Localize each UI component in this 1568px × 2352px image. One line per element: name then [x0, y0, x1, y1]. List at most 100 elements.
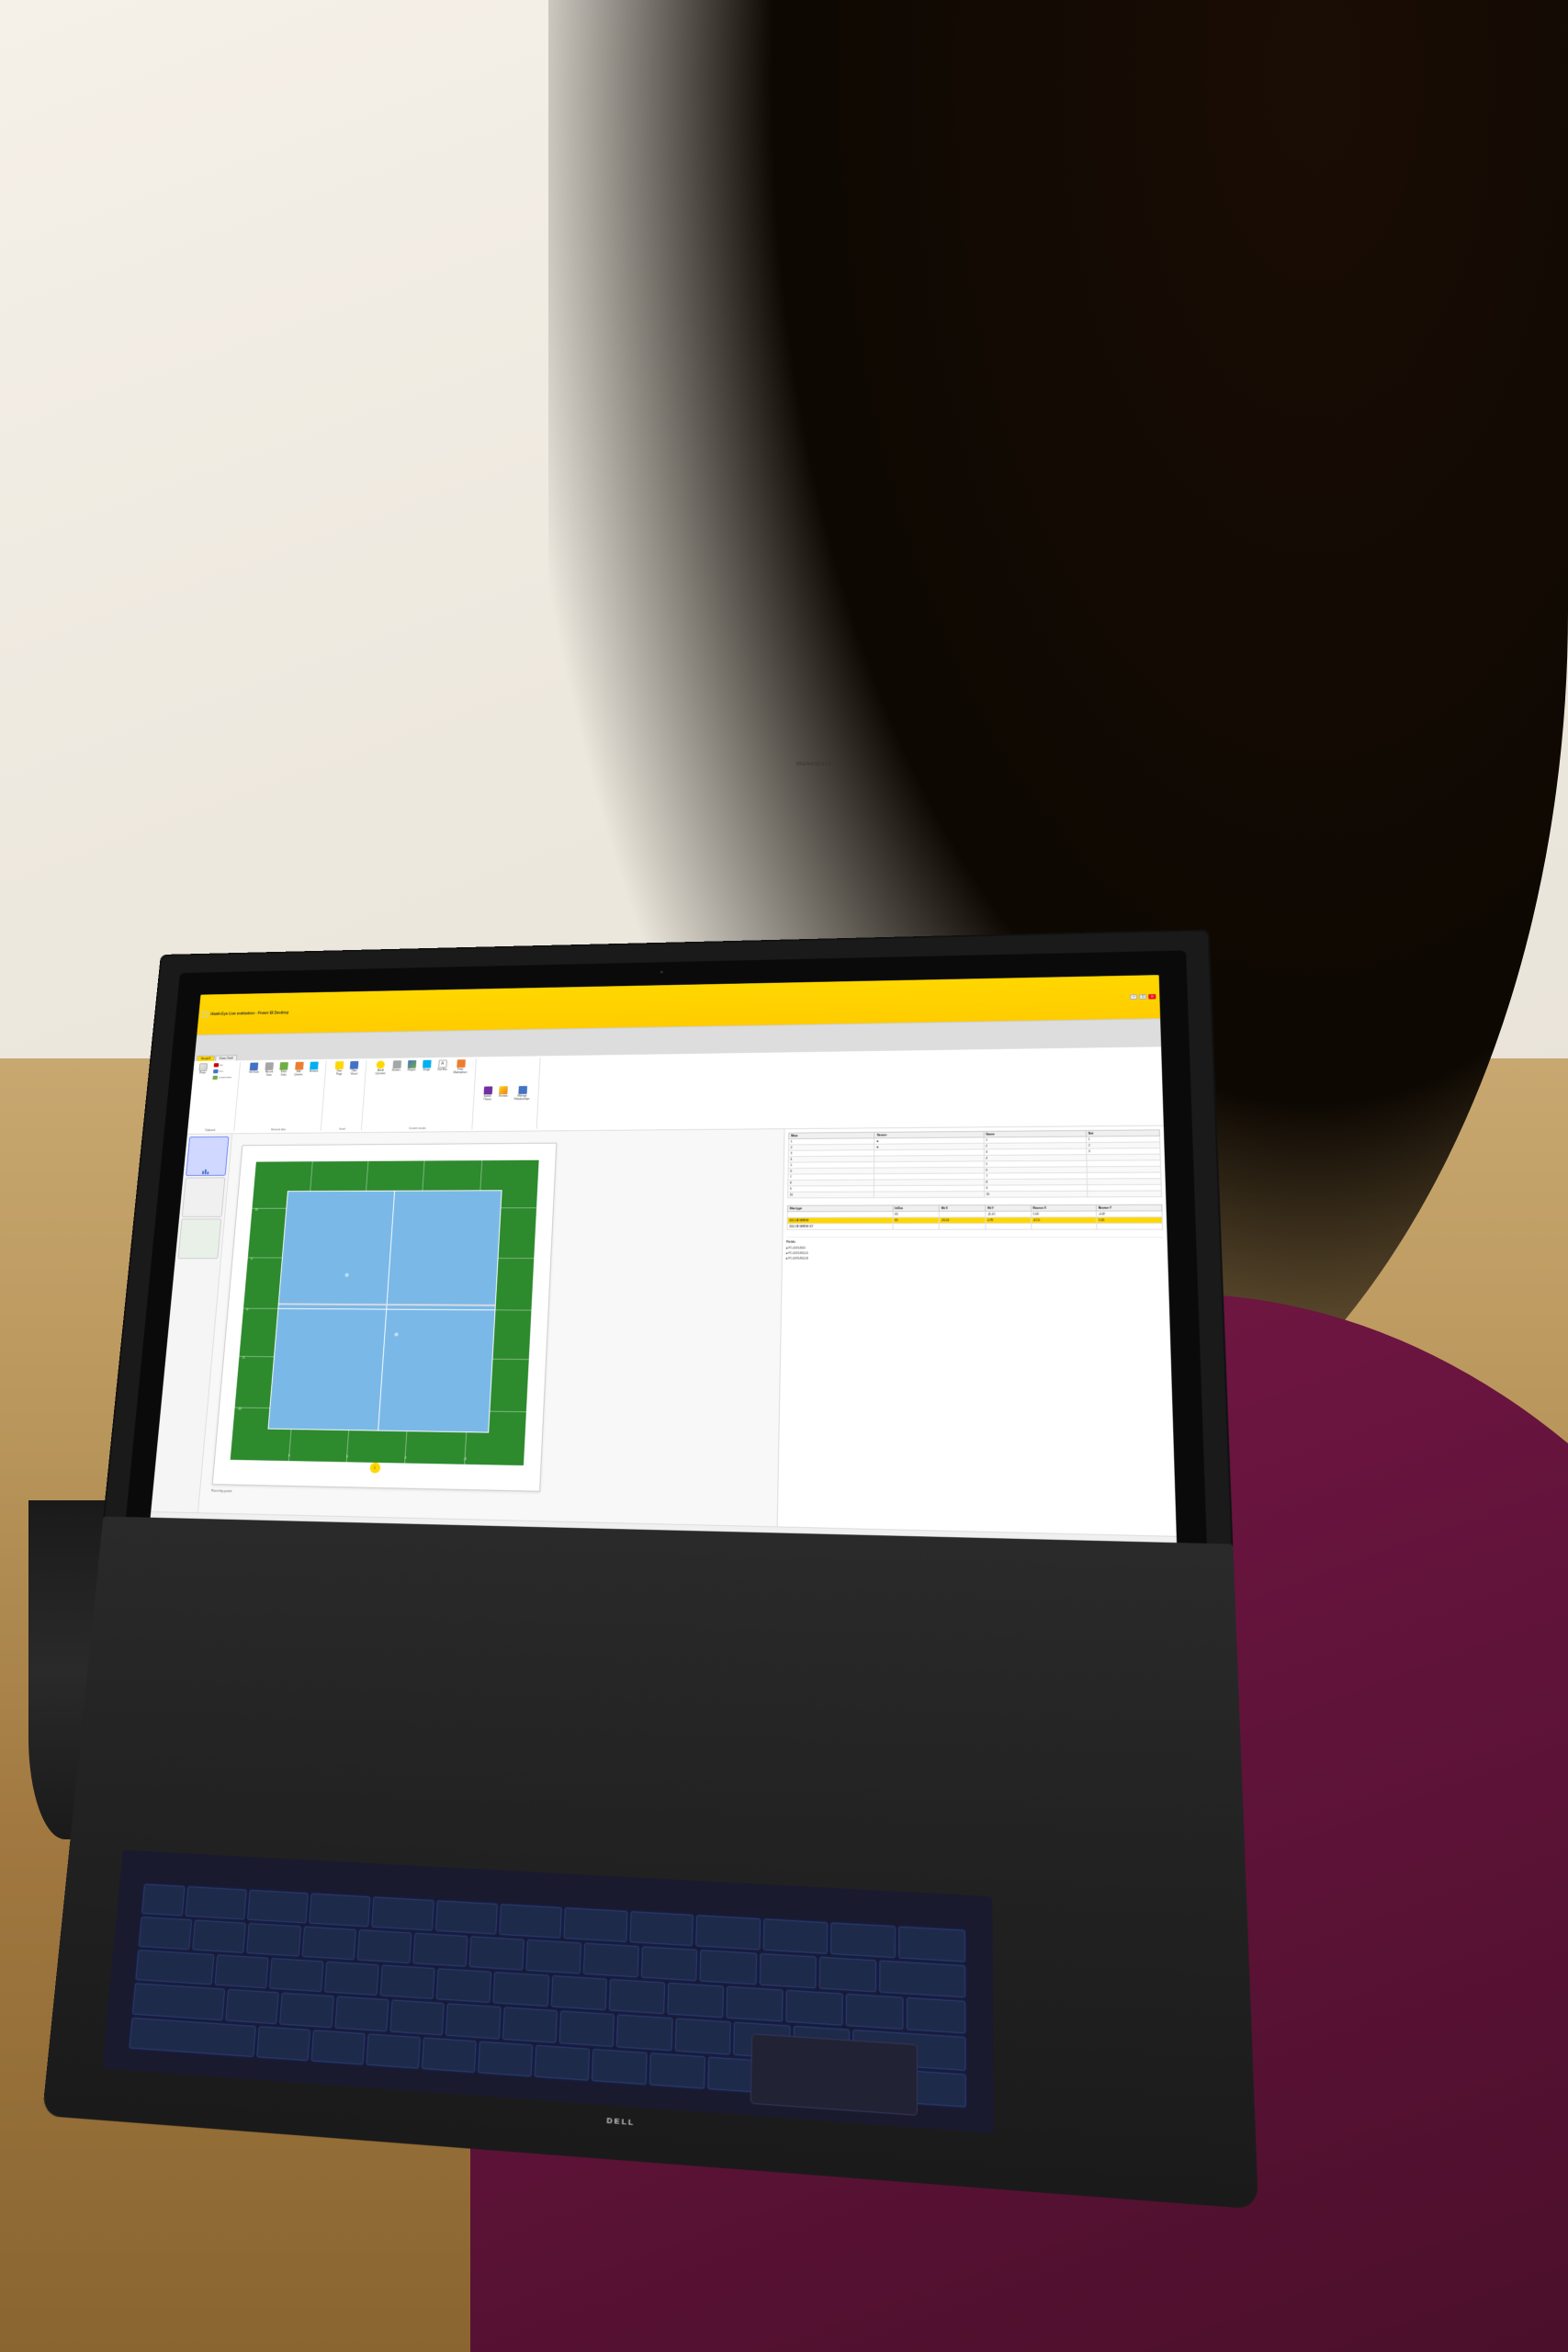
key-f8[interactable] [630, 1911, 694, 1946]
key-f3[interactable] [310, 1893, 371, 1927]
key-comma[interactable] [649, 2052, 705, 2088]
key-3[interactable] [301, 1926, 355, 1960]
key-p[interactable] [727, 1986, 784, 2022]
key-shift-l[interactable] [130, 2017, 256, 2056]
key-n[interactable] [535, 2044, 590, 2080]
key-esc[interactable] [141, 1883, 186, 1916]
key-v[interactable] [422, 2037, 477, 2073]
key-c[interactable] [367, 2033, 421, 2069]
key-backslash[interactable] [908, 1997, 966, 2034]
key-g[interactable] [446, 2004, 502, 2039]
key-m[interactable] [592, 2048, 648, 2084]
key-j[interactable] [559, 2011, 615, 2047]
key-backspace[interactable] [879, 1961, 965, 1998]
edit-queries-button[interactable]: EditQueries [292, 1061, 307, 1077]
key-e[interactable] [324, 1962, 379, 1996]
key-a[interactable] [226, 1989, 280, 2024]
table-row[interactable]: 1010 [788, 1191, 1162, 1198]
key-d[interactable] [334, 1996, 389, 2031]
clipboard-label: Clipboard [205, 1128, 216, 1132]
key-w[interactable] [269, 1958, 324, 1992]
key-7[interactable] [526, 1939, 582, 1974]
key-1[interactable] [193, 1919, 247, 1953]
switch-theme-button[interactable]: SwitchTheme [480, 1086, 495, 1102]
key-minus[interactable] [760, 1953, 817, 1989]
key-tab[interactable] [136, 1950, 215, 1985]
key-6[interactable] [469, 1936, 525, 1971]
key-x[interactable] [311, 2030, 366, 2064]
key-f6[interactable] [500, 1904, 563, 1939]
tennis-court-visual[interactable]: 10 5 0 -5 -15 6 3 0 [212, 1142, 557, 1491]
key-s[interactable] [280, 1993, 334, 2028]
themes-button[interactable]: Themes [496, 1085, 511, 1102]
ask-question-button[interactable]: Ask AQuestion [373, 1060, 389, 1077]
key-f[interactable] [390, 2000, 446, 2035]
field-item-3[interactable]: ■ FC-0019-M14-N [786, 1256, 1165, 1262]
key-9[interactable] [642, 1946, 699, 1981]
buttons-button[interactable]: Buttons [389, 1059, 404, 1076]
key-f5[interactable] [435, 1900, 498, 1934]
key-bracket-l[interactable] [786, 1990, 844, 2026]
cut-button[interactable]: Cut [211, 1062, 235, 1068]
key-r[interactable] [380, 1965, 435, 2000]
minimize-button[interactable]: ─ [1130, 994, 1137, 1000]
bounce-marker-2 [395, 1333, 399, 1337]
screen-content: Hawk-Eye Live evaluation - Power BI Desk… [149, 975, 1179, 1567]
key-k[interactable] [617, 2015, 673, 2051]
enter-data-button[interactable]: EnterData [277, 1061, 292, 1077]
key-q[interactable] [215, 1954, 269, 1988]
clipboard-buttons: Paste Cut [196, 1062, 235, 1080]
new-visual-button[interactable]: NewVisual [347, 1060, 362, 1076]
webcam-dot [660, 970, 663, 973]
key-f4[interactable] [372, 1896, 434, 1930]
recent-data-button[interactable]: RecentData [263, 1061, 277, 1077]
key-f7[interactable] [564, 1907, 627, 1942]
key-f11[interactable] [830, 1922, 896, 1958]
key-equals[interactable] [819, 1957, 877, 1993]
key-f2[interactable] [247, 1890, 309, 1924]
key-t[interactable] [436, 1968, 492, 2003]
shapes-button[interactable]: Shapes [405, 1059, 420, 1076]
bar-chart-icon[interactable] [186, 1136, 229, 1176]
key-bracket-r[interactable] [846, 1994, 904, 2030]
key-l[interactable] [675, 2018, 731, 2054]
key-f10[interactable] [763, 1918, 829, 1954]
format-painter-button[interactable]: Format Painter [210, 1075, 234, 1080]
key-5[interactable] [412, 1933, 468, 1967]
key-0[interactable] [700, 1950, 757, 1984]
touchpad[interactable] [750, 2033, 918, 2116]
close-button[interactable]: ✕ [1149, 994, 1156, 1000]
key-8[interactable] [583, 1943, 639, 1978]
new-page-button[interactable]: NewPage [333, 1060, 347, 1076]
nav-arrow[interactable]: ↓ [369, 1463, 380, 1474]
laptop-screen: Hawk-Eye Live evaluation - Power BI Desk… [96, 929, 1236, 1622]
refresh-button[interactable]: Refresh [307, 1061, 321, 1077]
key-backtick[interactable] [139, 1917, 192, 1950]
relationships-button[interactable]: ManageRelationships [512, 1085, 533, 1102]
get-data-button[interactable]: Get Data [246, 1062, 262, 1078]
key-b[interactable] [478, 2041, 533, 2076]
text-box-button[interactable]: A Text Box [434, 1059, 450, 1076]
maximize-button[interactable]: □ [1139, 994, 1146, 1000]
copy-button[interactable]: Copy [211, 1069, 235, 1074]
canvas-area[interactable]: 10 5 0 -5 -15 6 3 0 [198, 1129, 784, 1526]
image-button[interactable]: Image [420, 1059, 434, 1076]
key-f12[interactable] [899, 1926, 965, 1962]
map-icon[interactable] [178, 1218, 222, 1259]
table-icon[interactable] [182, 1177, 225, 1216]
key-4[interactable] [357, 1929, 412, 1963]
key-y[interactable] [493, 1972, 549, 2007]
key-z[interactable] [257, 2026, 311, 2061]
from-marketplace-button[interactable]: FromMarketplace [451, 1058, 470, 1075]
paste-button[interactable]: Paste [196, 1062, 210, 1080]
external-data-group: Get Data RecentData EnterData [242, 1061, 327, 1132]
key-f9[interactable] [696, 1915, 761, 1950]
key-u[interactable] [551, 1975, 607, 2010]
key-2[interactable] [247, 1923, 301, 1957]
key-f1[interactable] [186, 1886, 247, 1920]
key-i[interactable] [609, 1979, 666, 2015]
key-o[interactable] [668, 1983, 725, 2018]
key-caps[interactable] [132, 1984, 225, 2020]
stats-row-3[interactable]: D16.1M SERVE GT [787, 1223, 1163, 1229]
key-h[interactable] [502, 2007, 558, 2043]
